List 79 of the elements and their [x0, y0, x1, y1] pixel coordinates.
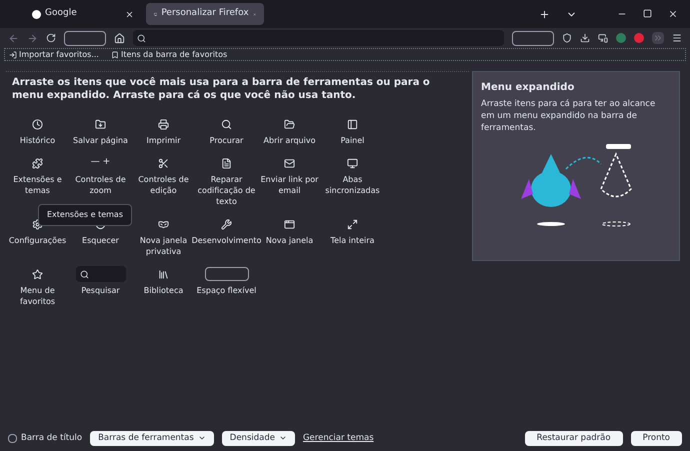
item-icon: [32, 158, 43, 168]
menu-icon[interactable]: [672, 33, 682, 43]
title-bar-checkbox[interactable]: [8, 434, 17, 442]
item-label[interactable]: Pesquisar: [81, 285, 120, 296]
item-label[interactable]: Controles de zoom: [69, 174, 132, 196]
item-label[interactable]: Enviar link por email: [258, 174, 321, 196]
item-label[interactable]: Esquecer: [82, 235, 119, 246]
tab-title: Google: [45, 7, 78, 20]
close-icon[interactable]: [668, 9, 678, 19]
item-icon: [95, 118, 106, 130]
item-icon: [221, 158, 232, 168]
tab-title: Personalizar Firefox: [161, 7, 249, 20]
item-label[interactable]: Imprimir: [146, 135, 181, 146]
bookmark-item[interactable]: Importar favoritos...: [9, 48, 99, 60]
chevron-icon: [198, 434, 206, 442]
item-label[interactable]: Biblioteca: [144, 285, 184, 296]
item-label[interactable]: Painel: [340, 135, 364, 146]
item-label[interactable]: Controles de edição: [132, 174, 195, 196]
browser-tab[interactable]: Personalizar Firefox: [146, 3, 264, 25]
item-label[interactable]: Salvar página: [73, 135, 128, 146]
item-icon: [221, 218, 232, 230]
panel-text: Arraste itens para cá para ter ao alcance em um menu expandido na barra de ferramentas.: [481, 98, 656, 134]
manage-themes-link[interactable]: Gerenciar temas: [302, 432, 374, 444]
item-icon: [32, 268, 43, 280]
item-label[interactable]: Tela inteira: [330, 235, 374, 246]
forward-icon[interactable]: [27, 32, 38, 44]
back-icon[interactable]: [8, 32, 19, 44]
close-icon[interactable]: [125, 10, 134, 18]
item-icon: [32, 118, 43, 130]
search-icon: [137, 34, 146, 42]
overflow-icon[interactable]: [652, 32, 664, 44]
item-label[interactable]: Histórico: [20, 135, 56, 146]
panel-title: Menu expandido: [481, 81, 576, 95]
item-icon: [221, 118, 232, 130]
item-icon: [284, 118, 295, 130]
item-icon: [347, 218, 358, 230]
flexible-space: [204, 267, 248, 281]
chevron-icon: [278, 434, 287, 442]
item-icon: [158, 218, 169, 230]
item-label[interactable]: Abrir arquivo: [264, 135, 316, 146]
item-label[interactable]: Configurações: [8, 235, 66, 246]
footer-button[interactable]: Restaurar padrão: [524, 430, 623, 446]
import-icon: [9, 50, 17, 58]
maximize-icon[interactable]: [643, 9, 652, 18]
reload-icon[interactable]: [46, 33, 56, 43]
item-label[interactable]: Desenvolvimento: [192, 235, 262, 246]
item-label[interactable]: Abas sincronizadas: [321, 174, 384, 196]
item-label[interactable]: Reparar codificação de texto: [195, 174, 258, 207]
dropdown-button[interactable]: Densidade: [222, 430, 295, 446]
new-tab-icon[interactable]: [539, 9, 550, 20]
instructions-text: Arraste os itens que você mais usa para a barra de ferramentas ou para o menu expandido. Arraste para cá os que você não usa tanto.: [12, 76, 431, 102]
item-label[interactable]: Nova janela: [266, 235, 314, 246]
browser-tab[interactable]: Google: [24, 3, 142, 25]
devices-icon[interactable]: [598, 33, 608, 43]
spacer-slot: [64, 30, 106, 46]
footer-button[interactable]: Pronto: [630, 430, 682, 446]
item-icon: [347, 158, 358, 168]
item-icon: [158, 118, 169, 130]
search-field[interactable]: [76, 266, 126, 282]
dropdown-button[interactable]: Barras de ferramentas: [90, 430, 214, 446]
item-icon: [158, 268, 169, 280]
download-icon[interactable]: [580, 33, 590, 43]
checkbox-label: Barra de título: [21, 432, 82, 444]
zoom-icon: — +: [90, 156, 110, 170]
item-label[interactable]: Procurar: [210, 135, 244, 146]
bookmark-icon: [110, 50, 119, 58]
search-icon: [80, 270, 88, 278]
spacer-slot: [512, 30, 554, 46]
tooltip: Extensões e temas: [38, 204, 132, 226]
item-icon: [284, 158, 295, 168]
shield-icon[interactable]: [562, 33, 572, 43]
home-icon[interactable]: [114, 32, 125, 44]
item-icon: [158, 158, 169, 168]
item-label[interactable]: Menu de favoritos: [6, 285, 69, 307]
item-icon: [284, 218, 295, 230]
bookmark-item[interactable]: Itens da barra de favoritos: [110, 48, 228, 60]
item-label[interactable]: Espaço flexível: [196, 285, 256, 296]
item-label[interactable]: Extensões e temas: [6, 174, 69, 196]
item-icon: [347, 118, 358, 130]
